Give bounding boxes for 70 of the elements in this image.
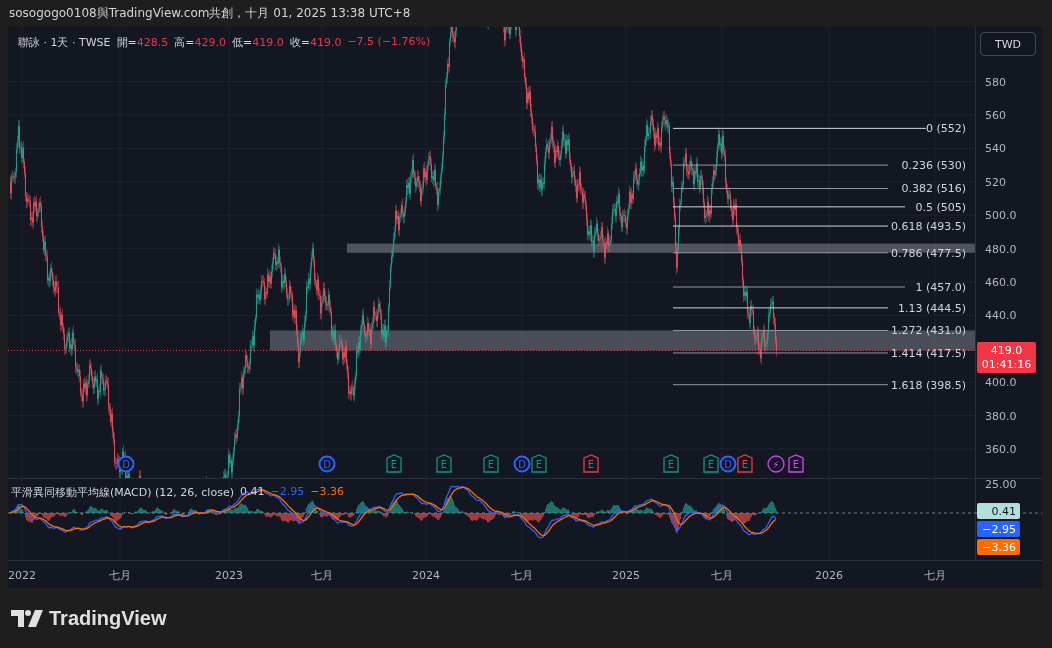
fibonacci-line[interactable] <box>672 252 889 254</box>
dividend-marker[interactable]: D <box>318 455 336 473</box>
lightning-marker[interactable]: ⚡ <box>767 455 785 473</box>
earnings-marker[interactable]: E <box>737 454 753 473</box>
earnings-marker[interactable]: E <box>663 454 679 473</box>
time-label: 2024 <box>412 569 440 582</box>
fibonacci-label: 1.272 (431.0) <box>890 324 966 338</box>
ohlc-value: 高=429.0 <box>174 35 226 50</box>
macd-value-tag: 0.41 <box>977 503 1020 519</box>
fibonacci-label: 0.786 (477.5) <box>890 246 966 260</box>
price-label: 560 <box>985 109 1006 122</box>
dividend-marker[interactable]: D <box>719 455 737 473</box>
price-label: 580 <box>985 75 1006 89</box>
fibonacci-label: 0.618 (493.5) <box>890 220 966 234</box>
fibonacci-label: 0.5 (505) <box>915 200 966 214</box>
ohlc-value: 開=428.5 <box>116 35 169 50</box>
price-label: 460.0 <box>985 276 1017 289</box>
time-label: 七月 <box>711 569 733 582</box>
countdown-timer: 01:41:16 <box>981 357 1032 372</box>
brand-name: TradingView <box>49 606 167 630</box>
fibonacci-line[interactable] <box>672 206 906 208</box>
fibonacci-label: 0 (552) <box>925 122 966 136</box>
time-label: 2023 <box>215 569 243 582</box>
macd-axis-label: 25.00 <box>985 478 1017 491</box>
time-label: 七月 <box>311 569 333 582</box>
symbol-label: 聯詠 · 1天 · TWSE <box>18 35 111 50</box>
indicator-title: 平滑異同移動平均線(MACD) (12, 26, close) <box>11 485 234 500</box>
price-label: 380.0 <box>985 409 1017 423</box>
earnings-marker[interactable]: E <box>483 454 499 473</box>
chart-title: sosogogo0108與TradingView.com共創，十月 01, 2025 13:38 UTC+8 <box>8 5 412 22</box>
fibonacci-line[interactable] <box>672 384 889 386</box>
macd-value-tag: −2.95 <box>977 521 1020 537</box>
earnings-marker[interactable]: E <box>583 454 599 473</box>
time-label: 2022 <box>8 569 36 582</box>
price-label: 360.0 <box>985 443 1017 456</box>
ohlc-value: 收=419.0 <box>289 35 342 50</box>
earnings-marker[interactable]: E <box>531 454 547 473</box>
macd-value-tag: −3.36 <box>977 539 1020 555</box>
price-label: 480.0 <box>985 242 1017 256</box>
time-label: 七月 <box>109 569 131 582</box>
earnings-marker[interactable]: E <box>703 454 719 473</box>
time-label: 2026 <box>815 569 843 582</box>
fibonacci-label: 1.618 (398.5) <box>890 378 966 392</box>
price-label: 440.0 <box>985 309 1017 323</box>
fibonacci-label: 1.414 (417.5) <box>890 347 966 360</box>
last-price: 419.0 <box>990 343 1023 358</box>
indicator-value: −3.36 <box>310 485 344 500</box>
earnings-marker[interactable]: E <box>436 454 452 473</box>
price-label: 540 <box>985 142 1006 156</box>
dividend-marker[interactable]: D <box>513 455 531 473</box>
fibonacci-label: 0.236 (530) <box>901 159 966 173</box>
price-label: 400.0 <box>985 376 1017 390</box>
currency-button[interactable]: TWD <box>980 32 1036 56</box>
earnings-marker[interactable]: E <box>386 454 402 473</box>
fibonacci-label: 0.382 (516) <box>901 182 966 196</box>
tradingview-logo-icon <box>11 609 43 627</box>
earnings-marker[interactable]: E <box>788 454 804 473</box>
price-label: 500.0 <box>985 209 1017 223</box>
price-label: 520 <box>985 175 1006 189</box>
time-label: 七月 <box>511 569 533 582</box>
fibonacci-label: 1.13 (444.5) <box>897 301 966 315</box>
fibonacci-line[interactable] <box>672 329 889 331</box>
ohlc-value: 低=419.0 <box>231 35 284 50</box>
fibonacci-label: 1 (457.0) <box>915 281 966 294</box>
indicator-value: −2.95 <box>270 485 305 500</box>
time-label: 七月 <box>924 569 946 582</box>
fibonacci-line[interactable] <box>672 127 927 129</box>
price-change: −7.5 (−1.76%) <box>347 35 431 50</box>
dividend-marker[interactable]: D <box>117 455 135 473</box>
time-label: 2025 <box>612 569 640 582</box>
